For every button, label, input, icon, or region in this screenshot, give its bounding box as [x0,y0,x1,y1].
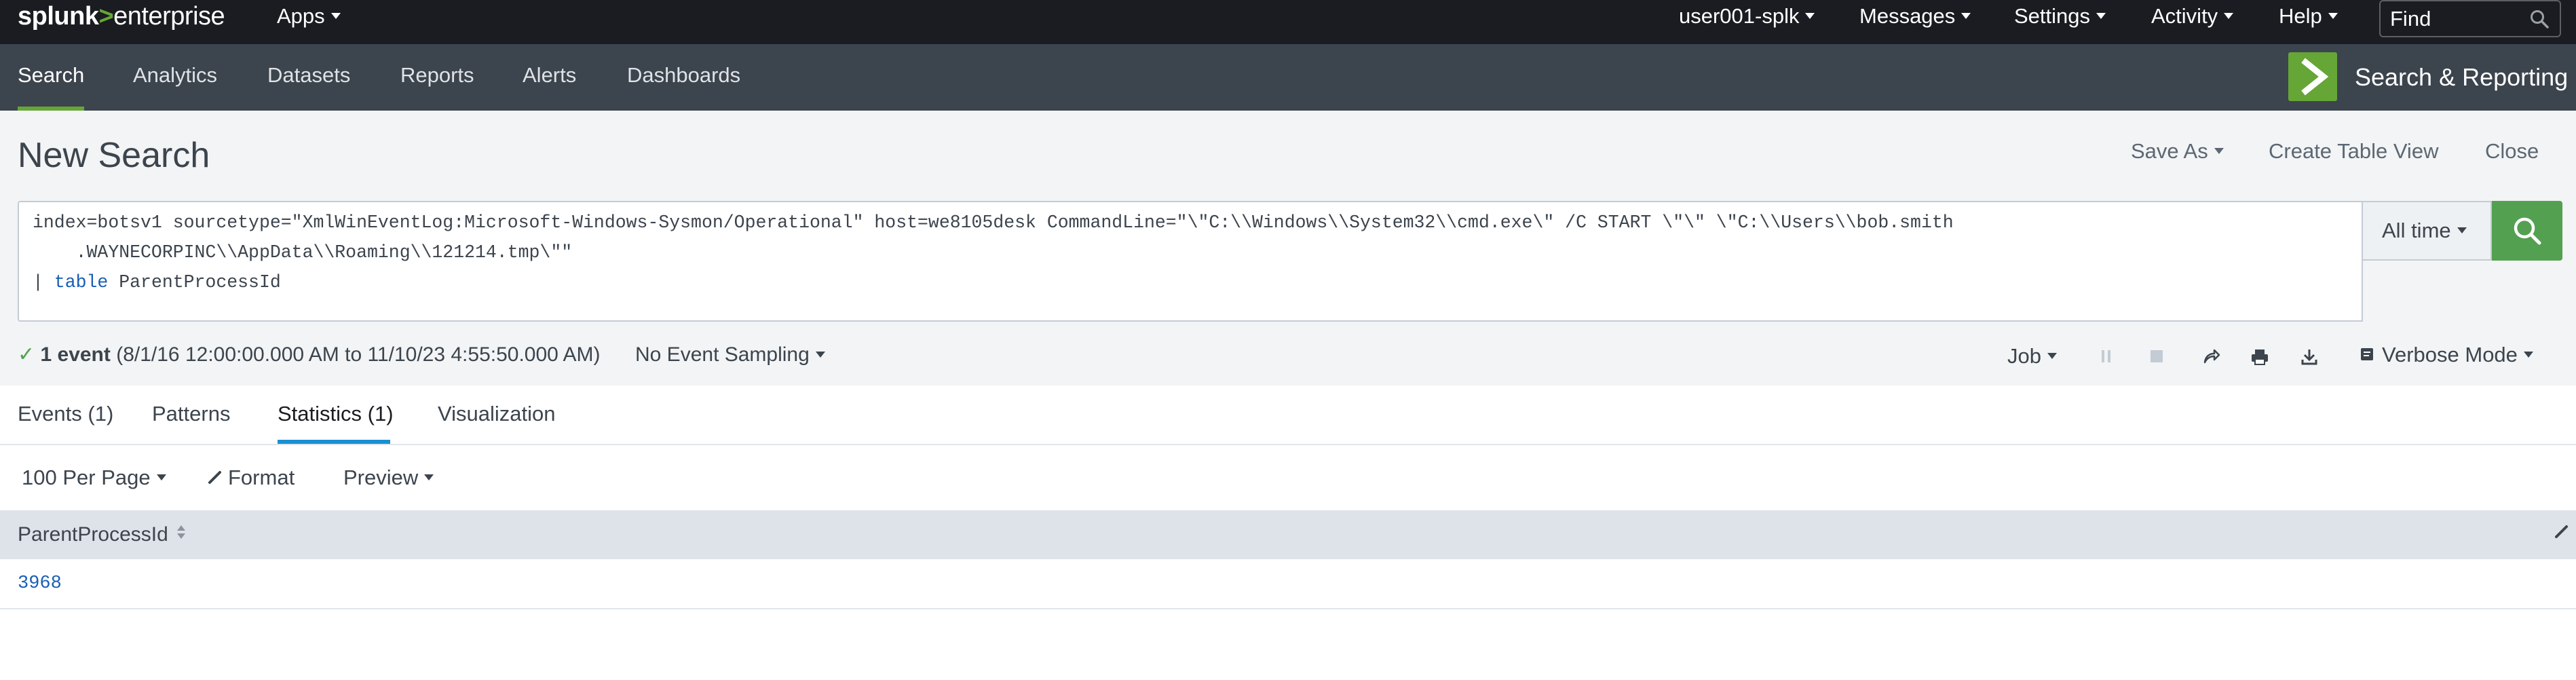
pencil-icon[interactable] [2554,524,2569,542]
logo-secondary-text: enterprise [113,2,225,31]
format-label: Format [228,466,295,489]
active-tab-indicator [278,440,390,444]
chevron-down-icon [2214,148,2224,155]
search-mode-menu[interactable]: Verbose Mode [2359,340,2533,370]
per-page-menu[interactable]: 100 Per Page [22,463,166,493]
query-line: | table ParentProcessId [33,267,281,297]
table-row: 3968 [0,559,2576,609]
settings-menu[interactable]: Settings [2014,1,2106,31]
chevron-down-icon [330,13,341,20]
table-toolbar: 100 Per Page Format Preview [0,445,2576,510]
nav-reports[interactable]: Reports [400,44,474,111]
user-menu[interactable]: user001-splk [1679,1,1815,31]
stop-icon[interactable] [2148,348,2165,368]
time-range-detail: (8/1/16 12:00:00.000 AM to 11/10/23 4:55… [110,343,601,366]
document-icon [2361,347,2373,360]
query-line: index=botsv1 sourcetype="XmlWinEventLog:… [33,212,1954,233]
tab-visualization[interactable]: Visualization [438,399,555,429]
time-range-label: All time [2382,219,2451,242]
chevron-down-icon [2523,352,2533,358]
column-header-label: ParentProcessId [18,523,168,546]
chevron-down-icon [2047,353,2057,360]
splunk-logo[interactable]: splunk>enterprise [18,1,225,31]
search-query-editor[interactable]: index=botsv1 sourcetype="XmlWinEventLog:… [18,201,2363,322]
nav-analytics[interactable]: Analytics [133,44,217,111]
nav-datasets[interactable]: Datasets [267,44,350,111]
chevron-down-icon [2457,227,2467,234]
chevron-down-icon [2328,13,2338,20]
nav-dashboards[interactable]: Dashboards [627,44,740,111]
chevron-down-icon [1961,13,1971,20]
chevron-down-icon [1805,13,1815,20]
print-icon[interactable] [2250,348,2269,369]
help-menu-label: Help [2279,4,2322,28]
query-args: ParentProcessId [108,272,281,292]
create-table-view-button[interactable]: Create Table View [2269,136,2438,166]
search-icon[interactable] [2530,10,2549,32]
find-input[interactable] [2390,4,2526,34]
table-header: ParentProcessId [0,510,2576,559]
nav-alerts[interactable]: Alerts [523,44,576,111]
tab-statistics[interactable]: Statistics (1) [278,399,394,429]
tab-events[interactable]: Events (1) [18,399,113,429]
column-header[interactable]: ParentProcessId [18,520,186,550]
chevron-down-icon [2096,13,2106,20]
chevron-down-icon [424,474,434,481]
event-sampling-menu[interactable]: No Event Sampling [635,340,825,370]
preview-menu[interactable]: Preview [343,463,434,493]
check-icon: ✓ [18,343,35,366]
messages-menu[interactable]: Messages [1859,1,1971,31]
find-box [2379,0,2561,37]
app-navigation: Search Analytics Datasets Reports Alerts… [0,44,2576,111]
event-sampling-label: No Event Sampling [635,343,810,366]
apps-menu[interactable]: Apps [277,1,341,31]
table-cell[interactable]: 3968 [18,569,62,599]
messages-menu-label: Messages [1859,4,1956,28]
event-count: 1 event [40,343,111,366]
search-panel: New Search Save As Create Table View Clo… [0,111,2576,385]
search-icon [2514,217,2541,245]
sort-icon[interactable] [176,519,186,549]
page-title: New Search [18,136,210,175]
share-icon[interactable] [2203,348,2220,368]
tab-patterns[interactable]: Patterns [152,399,230,429]
logo-separator: > [98,2,114,31]
nav-search[interactable]: Search [18,44,85,111]
query-line: .WAYNECORPINC\\AppData\\Roaming\\121214.… [33,242,573,263]
job-menu-label: Job [2007,344,2041,368]
format-menu[interactable]: Format [208,463,295,493]
logo-primary-text: splunk [18,2,99,31]
pause-icon[interactable] [2100,348,2113,368]
query-command: table [54,272,109,292]
app-title[interactable]: Search & Reporting [2355,44,2568,111]
user-menu-label: user001-splk [1679,4,1800,28]
search-mode-label: Verbose Mode [2382,343,2518,366]
chevron-down-icon [156,474,166,481]
query-pipe: | [33,272,54,292]
results-tabs: Events (1) Patterns Statistics (1) Visua… [0,385,2576,445]
time-range-picker[interactable]: All time [2363,201,2492,261]
activity-menu-label: Activity [2151,4,2218,28]
close-button[interactable]: Close [2485,136,2539,166]
app-logo-icon [2288,52,2337,101]
per-page-label: 100 Per Page [22,466,151,489]
chevron-down-icon [815,351,825,358]
pencil-icon [208,470,221,484]
apps-menu-label: Apps [277,4,325,28]
preview-label: Preview [343,466,419,489]
chevron-down-icon [2224,13,2234,20]
save-as-label: Save As [2131,139,2208,163]
help-menu[interactable]: Help [2279,1,2338,31]
settings-menu-label: Settings [2014,4,2091,28]
global-header: splunk>enterprise Apps user001-splk Mess… [0,0,2576,44]
activity-menu[interactable]: Activity [2151,1,2234,31]
export-icon[interactable] [2300,348,2318,369]
save-as-button[interactable]: Save As [2131,136,2224,166]
search-status: ✓ 1 event (8/1/16 12:00:00.000 AM to 11/… [18,340,601,370]
run-search-button[interactable] [2492,201,2562,261]
job-menu[interactable]: Job [2007,341,2057,371]
